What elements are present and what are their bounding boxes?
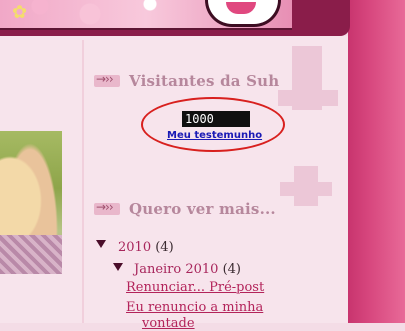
visitor-counter: 1000 — [182, 111, 250, 127]
archive-year-count: (4) — [155, 240, 174, 255]
column-divider — [82, 40, 84, 323]
mascot-illustration — [205, 0, 281, 27]
visitors-widget-heading: →›› Visitantes da Suh — [94, 71, 279, 91]
archive-post-link-continued[interactable]: vontade — [142, 316, 195, 331]
archive-widget-heading: →›› Quero ver mais... — [94, 199, 276, 219]
triangle-down-icon[interactable] — [113, 263, 123, 271]
decorative-cross — [278, 90, 338, 106]
archive-widget-title: Quero ver mais... — [129, 200, 276, 218]
decorative-cross — [280, 182, 332, 196]
page-side-stripe — [348, 0, 405, 323]
arrow-right-icon: →›› — [94, 200, 120, 215]
header-banner: ✿ — [0, 0, 350, 36]
archive-month[interactable]: Janeiro 2010 (4) — [134, 262, 241, 277]
profile-photo-detail — [0, 235, 62, 274]
visitors-widget-title: Visitantes da Suh — [129, 72, 280, 90]
archive-post-link[interactable]: Eu renuncio a minha — [126, 300, 263, 315]
arrow-right-icon: →›› — [94, 72, 120, 87]
archive-post-link[interactable]: Renunciar... Pré-post — [126, 280, 264, 295]
archive-month-label[interactable]: Janeiro 2010 — [134, 262, 218, 277]
testimonial-link[interactable]: Meu testemunho — [167, 130, 262, 141]
archive-year-label[interactable]: 2010 — [118, 240, 151, 255]
archive-year[interactable]: 2010 (4) — [118, 240, 174, 255]
banner-artwork: ✿ — [0, 0, 292, 30]
butterfly-icon: ✿ — [12, 2, 28, 23]
triangle-down-icon[interactable] — [96, 240, 106, 248]
archive-month-count: (4) — [222, 262, 242, 277]
